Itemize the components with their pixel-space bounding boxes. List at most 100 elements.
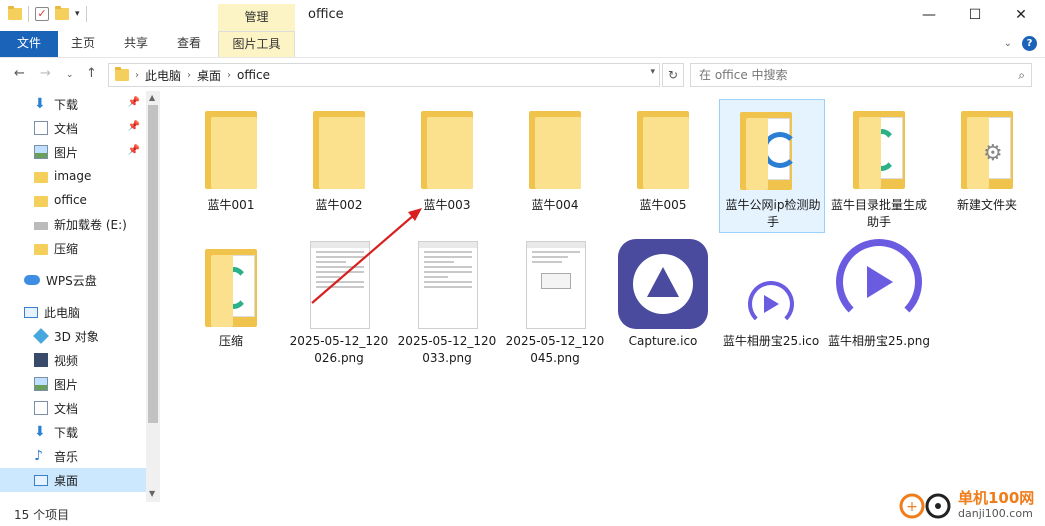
breadcrumb-this-pc[interactable]: 此电脑 [145, 67, 181, 84]
download-icon: ⬇ [34, 424, 46, 440]
new-folder-icon[interactable] [55, 6, 69, 20]
maximize-button[interactable]: ☐ [952, 0, 998, 31]
ribbon-tabs: 文件 主页 共享 查看 图片工具 ⌄ ? [0, 31, 1045, 57]
tab-file[interactable]: 文件 [0, 31, 58, 57]
sidebar-item-pictures[interactable]: 图片 [0, 372, 146, 396]
watermark-title: 单机100网 [958, 489, 1035, 507]
sidebar-item-label: image [54, 169, 92, 183]
scrollbar-thumb[interactable] [148, 105, 158, 423]
item-count: 15 个项目 [14, 508, 70, 522]
tab-home[interactable]: 主页 [58, 31, 108, 57]
sidebar-item-music[interactable]: ♪ 音乐 [0, 444, 146, 468]
sidebar-item-downloads[interactable]: ⬇ 下载 [0, 420, 146, 444]
cube-icon [33, 328, 49, 344]
sidebar-item-label: 压缩 [54, 241, 79, 256]
sidebar-item-this-pc[interactable]: 此电脑 [0, 300, 146, 324]
status-bar: 15 个项目 [0, 502, 1045, 526]
computer-icon [24, 306, 38, 318]
tab-share[interactable]: 共享 [111, 31, 161, 57]
window-title: office [308, 7, 344, 22]
up-arrow-icon[interactable]: ↑ [86, 66, 97, 81]
customize-dropdown-icon[interactable]: ▾ [75, 9, 80, 19]
sidebar-item-3d-objects[interactable]: 3D 对象 [0, 324, 146, 348]
breadcrumb-office[interactable]: office [237, 68, 270, 82]
sidebar-item-pictures-pinned[interactable]: 图片 📌 [0, 140, 146, 164]
sidebar-item-label: 文档 [54, 401, 79, 416]
sidebar-item-desktop[interactable]: 桌面 [0, 468, 146, 492]
sidebar-item-label: 3D 对象 [54, 329, 99, 344]
chevron-right-icon[interactable]: › [135, 70, 139, 81]
title-bar: ✓ ▾ 管理 office — ☐ ✕ [0, 0, 1045, 31]
properties-icon[interactable]: ✓ [35, 7, 49, 21]
separator [28, 6, 29, 22]
file-list: 蓝牛001 蓝牛002 蓝牛003 蓝牛004 蓝牛005 蓝牛公网ip检测助手… [160, 91, 1045, 502]
recent-locations-icon[interactable]: ⌄ [66, 70, 74, 80]
forward-arrow-icon[interactable]: → [40, 66, 51, 81]
help-icon[interactable]: ? [1022, 36, 1037, 51]
minimize-button[interactable]: — [906, 0, 952, 31]
pin-icon[interactable]: 📌 [128, 145, 140, 156]
sidebar-item-image[interactable]: image [0, 164, 146, 188]
expand-ribbon-icon[interactable]: ⌄ [1004, 38, 1012, 49]
tab-picture-tools[interactable]: 图片工具 [218, 31, 295, 57]
svg-text:+: + [906, 499, 918, 515]
sidebar-item-label: 文档 [54, 121, 79, 136]
arrow-shaft [311, 214, 415, 304]
sidebar-scrollbar[interactable]: ▲ ▼ [146, 91, 160, 502]
folder-icon [34, 243, 48, 255]
sidebar-item-downloads-pinned[interactable]: ⬇ 下载 📌 [0, 92, 146, 116]
document-icon [34, 401, 48, 415]
close-button[interactable]: ✕ [998, 0, 1044, 31]
folder-icon[interactable] [8, 6, 22, 20]
sidebar-item-wps-cloud[interactable]: WPS云盘 [0, 268, 146, 292]
sidebar-item-label: 下载 [54, 97, 79, 112]
sidebar-item-drive-e[interactable]: 新加载卷 (E:) [0, 212, 146, 236]
watermark-logo: + [899, 493, 951, 519]
watermark-url: danji100.com [958, 507, 1033, 520]
navigation-bar: ← → ⌄ ↑ › 此电脑 › 桌面 › office ▾ ↻ 在 office… [0, 57, 1045, 91]
sidebar-item-documents[interactable]: 文档 [0, 396, 146, 420]
sidebar-item-videos[interactable]: 视频 [0, 348, 146, 372]
cloud-icon [24, 275, 40, 285]
sidebar-item-label: 下载 [54, 425, 79, 440]
tab-view[interactable]: 查看 [164, 31, 214, 57]
back-arrow-icon[interactable]: ← [14, 66, 25, 81]
breadcrumb-desktop[interactable]: 桌面 [197, 67, 221, 84]
document-icon [34, 121, 48, 135]
sidebar-item-label: WPS云盘 [46, 273, 97, 288]
sidebar-item-label: 视频 [54, 353, 79, 368]
picture-icon [34, 145, 48, 159]
picture-icon [34, 377, 48, 391]
chevron-right-icon[interactable]: › [227, 70, 231, 81]
folder-icon [34, 195, 48, 207]
sidebar-item-label: 新加载卷 (E:) [54, 217, 127, 232]
refresh-button[interactable]: ↻ [662, 63, 684, 87]
sidebar-item-documents-pinned[interactable]: 文档 📌 [0, 116, 146, 140]
search-icon: ⌕ [1018, 68, 1025, 82]
separator [85, 6, 87, 22]
search-placeholder: 在 office 中搜索 [699, 68, 788, 82]
watermark: + 单机100网 danji100.com [898, 486, 1045, 526]
folder-icon [34, 171, 48, 183]
scroll-down-icon[interactable]: ▼ [149, 489, 155, 498]
pin-icon[interactable]: 📌 [128, 121, 140, 132]
red-arrow-annotation [311, 208, 422, 304]
sidebar-item-label: office [54, 193, 87, 207]
drive-icon [34, 221, 48, 230]
sidebar-item-label: 桌面 [54, 473, 79, 488]
pin-icon[interactable]: 📌 [128, 97, 140, 108]
music-icon: ♪ [34, 448, 43, 464]
chevron-down-icon[interactable]: ▾ [650, 67, 655, 77]
chevron-right-icon[interactable]: › [187, 70, 191, 81]
sidebar-item-label: 音乐 [54, 449, 79, 464]
address-bar[interactable]: › 此电脑 › 桌面 › office ▾ [108, 63, 660, 87]
quick-access-toolbar: ✓ ▾ [8, 6, 87, 22]
download-icon: ⬇ [34, 96, 46, 112]
sidebar-item-label: 图片 [54, 145, 79, 160]
tab-manage[interactable]: 管理 [218, 4, 295, 31]
scroll-up-icon[interactable]: ▲ [149, 93, 155, 102]
sidebar-item-label: 此电脑 [44, 305, 81, 320]
sidebar-item-office[interactable]: office [0, 188, 146, 212]
sidebar-item-compress[interactable]: 压缩 [0, 236, 146, 260]
search-input[interactable]: 在 office 中搜索 ⌕ [690, 63, 1032, 87]
